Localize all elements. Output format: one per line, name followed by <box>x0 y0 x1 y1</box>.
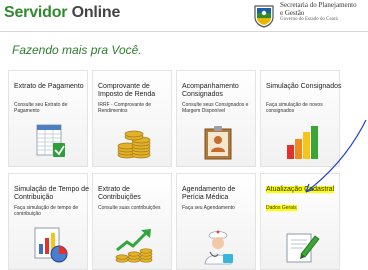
tile-simulacao-tempo-contribuicao[interactable]: Simulação de Tempo de Contribuição Faça … <box>8 173 89 270</box>
tile-description: IRRF - Comprovante de Rendimentos <box>98 102 152 114</box>
services-grid: Extrato de Pagamento Consulte seu Extrat… <box>8 70 354 270</box>
brand-word-online: Online <box>71 4 121 21</box>
site-header: Servidor Online Secretaria do Planejamen… <box>0 0 368 30</box>
folder-person-icon <box>204 126 232 160</box>
tile-description: Faça simulação de tempo de contribuição <box>14 205 79 217</box>
growth-arrow-icon <box>115 229 153 263</box>
edit-document-icon <box>286 233 320 263</box>
organization-line-2: e Gestão <box>280 8 305 17</box>
tile-title: Simulação de Tempo de Contribuição <box>14 186 89 201</box>
header-divider <box>0 31 368 32</box>
tile-title: Extrato de Contribuições <box>98 186 141 201</box>
tile-title: Comprovante de Imposto de Renda <box>98 83 156 98</box>
tagline: Fazendo mais pra Você. <box>12 43 142 57</box>
tile-atualizacao-cadastral[interactable]: Atualização Cadastral Dados Gerais <box>260 173 340 270</box>
tile-extrato-pagamento[interactable]: Extrato de Pagamento Consulte seu Extrat… <box>8 70 88 167</box>
tile-agendamento-pericia-medica[interactable]: Agendamento de Perícia Médica Faça seu A… <box>176 173 256 270</box>
tile-comprovante-imposto-renda[interactable]: Comprovante de Imposto de Renda IRRF - C… <box>92 70 172 167</box>
nurse-icon <box>204 230 233 265</box>
tile-title-highlighted: Atualização Cadastral <box>266 186 335 193</box>
organization-name: Secretaria do Planejamento e Gestão Gove… <box>280 1 368 23</box>
bar-chart-icon <box>287 126 318 159</box>
tile-title: Simulação Consignados <box>266 83 342 90</box>
tile-description: Dados Gerais <box>266 205 342 211</box>
tile-extrato-contribuicoes[interactable]: Extrato de Contribuições Consulte suas c… <box>92 173 172 270</box>
tile-title: Agendamento de Perícia Médica <box>182 186 236 201</box>
tile-title: Extrato de Pagamento <box>14 83 84 90</box>
brand-logo[interactable]: Servidor Online <box>4 4 120 22</box>
tile-description: Consulte seus Consignados e Margem Dispo… <box>182 102 249 114</box>
organization-line-3: Governo do Estado do Ceará <box>280 17 338 22</box>
tile-description: Consulte seu Extrato de Pagamento <box>14 102 68 114</box>
tile-description-highlighted: Dados Gerais <box>266 205 297 211</box>
tile-acompanhamento-consignados[interactable]: Acompanhamento Consignados Consulte seus… <box>176 70 256 167</box>
tile-title: Atualização Cadastral <box>266 186 342 194</box>
spreadsheet-icon <box>36 124 65 157</box>
tile-simulacao-consignados[interactable]: Simulação Consignados Faça simulação de … <box>260 70 342 167</box>
tile-description: Faça simulação de novos consignados <box>266 102 323 114</box>
tile-description: Consulte suas contribuições <box>98 205 161 211</box>
tile-title: Acompanhamento Consignados <box>182 83 239 98</box>
coin-stack-icon <box>117 130 151 159</box>
tile-description: Faça seu Agendamento <box>182 205 235 211</box>
brand-word-servidor: Servidor <box>4 4 68 21</box>
state-seal-icon <box>254 5 274 28</box>
report-chart-icon <box>34 227 68 263</box>
